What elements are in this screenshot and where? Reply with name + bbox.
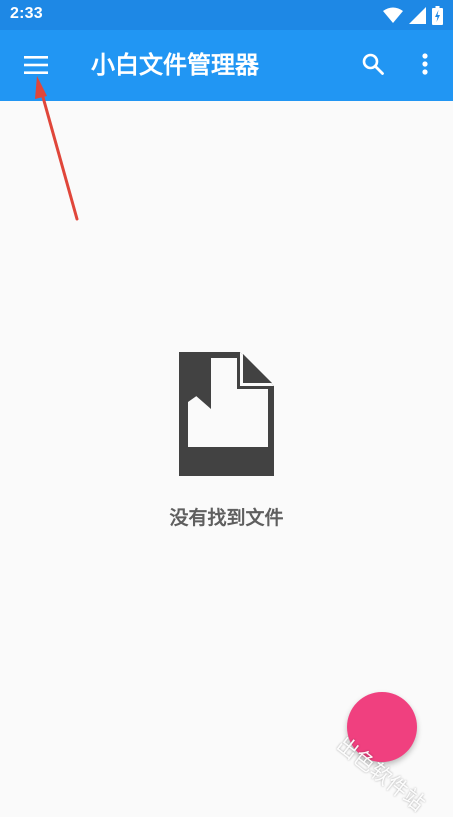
floating-action-button[interactable]	[347, 692, 417, 762]
status-bar: 2:33	[0, 0, 453, 30]
empty-state-message: 没有找到文件	[169, 507, 284, 529]
empty-file-icon	[176, 350, 276, 478]
search-icon	[362, 53, 384, 79]
status-icons	[383, 6, 443, 29]
more-vert-icon	[422, 53, 428, 79]
app-title: 小白文件管理器	[91, 51, 259, 79]
signal-icon	[409, 7, 426, 28]
app-bar: 小白文件管理器	[0, 30, 453, 101]
more-options-button[interactable]	[405, 46, 445, 86]
battery-charging-icon	[432, 6, 443, 29]
wifi-icon	[383, 7, 403, 28]
hamburger-menu-icon	[24, 56, 48, 78]
menu-button[interactable]	[16, 47, 56, 87]
search-button[interactable]	[353, 46, 393, 86]
status-time: 2:33	[10, 5, 43, 22]
